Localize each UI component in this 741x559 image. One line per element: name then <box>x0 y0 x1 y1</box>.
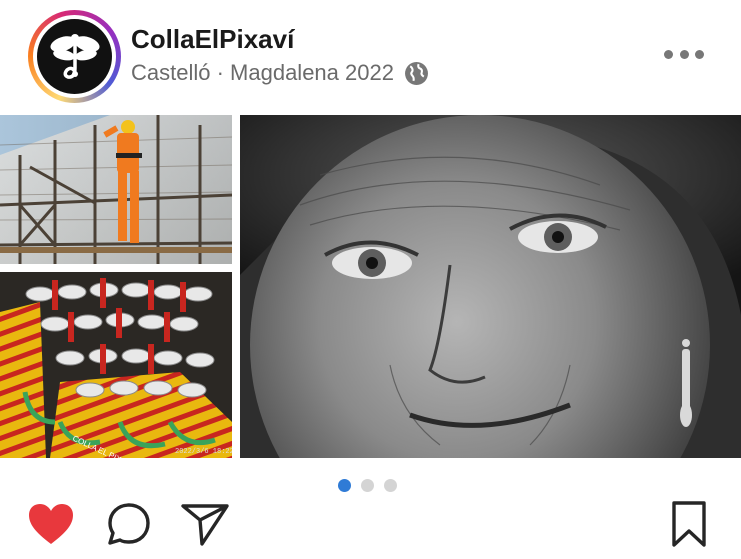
comment-button[interactable] <box>106 501 152 552</box>
bookmark-icon <box>672 501 706 547</box>
share-icon <box>181 504 229 546</box>
post-header: CollaElPixaví Castelló · Magdalena 2022 <box>0 0 741 112</box>
comment-icon <box>108 503 150 545</box>
more-options-button[interactable] <box>664 44 704 64</box>
carousel-dot[interactable] <box>361 479 374 492</box>
carousel-dot[interactable] <box>384 479 397 492</box>
story-ring[interactable] <box>28 10 121 103</box>
more-dot <box>695 49 704 59</box>
medals-illustration: COLLA EL PIXAVÍ 2022/3/6 18:22 <box>0 272 232 458</box>
carousel-dot[interactable] <box>338 479 351 492</box>
portrait-illustration <box>240 115 741 458</box>
save-button[interactable] <box>670 500 708 553</box>
carousel-indicator <box>338 479 397 492</box>
photo-construction-worker[interactable] <box>0 115 232 264</box>
dragonfly-logo-icon <box>49 33 100 79</box>
share-button[interactable] <box>180 501 230 552</box>
photo-timestamp: 2022/3/6 18:22 <box>175 448 232 456</box>
action-bar <box>0 498 741 559</box>
username-link[interactable]: CollaElPixaví <box>131 24 294 55</box>
more-dot <box>679 49 689 59</box>
avatar[interactable] <box>37 19 112 94</box>
photo-medals[interactable]: COLLA EL PIXAVÍ 2022/3/6 18:22 <box>0 272 232 458</box>
more-dot <box>664 49 673 59</box>
location-link[interactable]: Castelló · Magdalena 2022 <box>131 60 429 86</box>
scaffold-illustration <box>0 115 232 264</box>
heart-icon <box>29 504 73 544</box>
photo-portrait[interactable] <box>240 115 741 458</box>
like-button[interactable] <box>27 502 75 551</box>
globe-icon <box>404 61 428 85</box>
location-text: Castelló · Magdalena 2022 <box>131 60 394 85</box>
